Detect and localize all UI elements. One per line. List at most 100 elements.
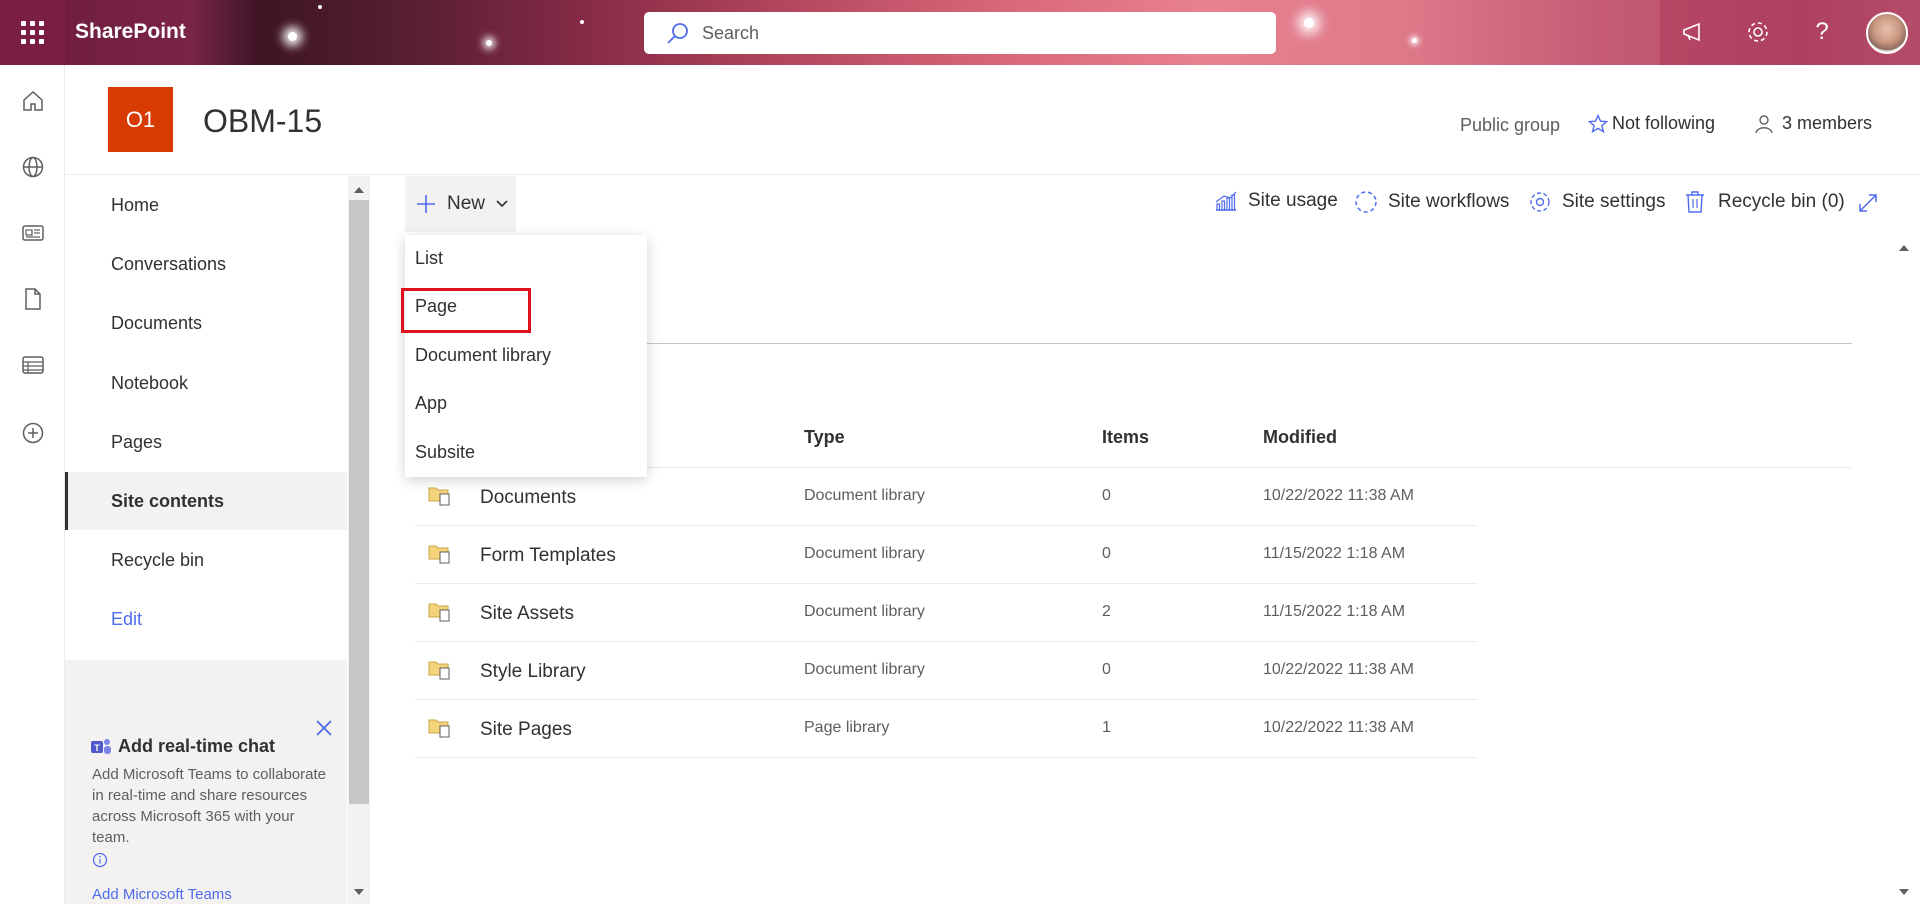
- site-usage-button[interactable]: Site usage: [1214, 190, 1338, 212]
- library-icon: [428, 717, 452, 739]
- search-box[interactable]: Search: [644, 12, 1276, 54]
- new-menu: List Page Document library App Subsite: [405, 235, 647, 477]
- lists-icon[interactable]: [18, 350, 48, 380]
- row-items: 0: [1102, 487, 1111, 504]
- row-name[interactable]: Form Templates: [480, 545, 616, 567]
- avatar[interactable]: [1866, 12, 1908, 54]
- app-name[interactable]: SharePoint: [75, 20, 186, 44]
- scroll-down-icon[interactable]: [352, 884, 366, 902]
- members-label: 3 members: [1782, 113, 1873, 133]
- waffle-icon: [21, 21, 44, 44]
- main-scroll-down-icon[interactable]: [1898, 884, 1910, 902]
- nav-edit-link[interactable]: Edit: [65, 590, 347, 648]
- home-icon[interactable]: [18, 86, 48, 116]
- star-icon: [1588, 113, 1608, 133]
- row-type: Document library: [804, 545, 925, 562]
- row-modified: 11/15/2022 1:18 AM: [1263, 545, 1406, 562]
- add-teams-link[interactable]: Add Microsoft Teams: [92, 886, 232, 903]
- row-modified: 10/22/2022 11:38 AM: [1263, 719, 1414, 736]
- site-logo[interactable]: O1: [108, 87, 173, 152]
- nav-scrollbar-thumb[interactable]: [349, 200, 369, 804]
- site-title[interactable]: OBM-15: [203, 103, 322, 140]
- row-name[interactable]: Site Pages: [480, 719, 572, 741]
- row-divider: [415, 525, 1477, 526]
- column-header-modified[interactable]: Modified: [1263, 427, 1337, 448]
- news-icon[interactable]: [18, 218, 48, 248]
- nav-item-home[interactable]: Home: [65, 176, 347, 234]
- chart-icon: [1215, 191, 1237, 211]
- row-modified: 10/22/2022 11:38 AM: [1263, 661, 1414, 678]
- teams-icon: T: [91, 738, 111, 754]
- row-name[interactable]: Documents: [480, 487, 576, 509]
- info-icon[interactable]: [92, 852, 332, 874]
- site-settings-label: Site settings: [1562, 191, 1666, 212]
- main-scroll-up-icon[interactable]: [1898, 240, 1910, 258]
- row-modified: 11/15/2022 1:18 AM: [1263, 603, 1406, 620]
- row-name[interactable]: Style Library: [480, 661, 586, 683]
- megaphone-icon[interactable]: [1678, 16, 1710, 48]
- file-icon[interactable]: [18, 284, 48, 314]
- row-type: Document library: [804, 661, 925, 678]
- site-settings-button[interactable]: Site settings: [1528, 190, 1666, 214]
- expand-icon[interactable]: [1857, 192, 1879, 214]
- help-icon[interactable]: ?: [1806, 16, 1838, 48]
- new-button[interactable]: New: [405, 176, 516, 232]
- row-items: 0: [1102, 661, 1111, 678]
- library-icon: [428, 543, 452, 565]
- plus-icon: [417, 195, 435, 213]
- nav-item-recycle-bin[interactable]: Recycle bin: [65, 531, 347, 589]
- follow-button[interactable]: Not following: [1588, 113, 1715, 134]
- row-type: Document library: [804, 487, 925, 504]
- menu-item-list[interactable]: List: [415, 248, 443, 269]
- search-icon: [667, 23, 688, 44]
- column-header-items[interactable]: Items: [1102, 427, 1149, 448]
- teams-promo-body-text: Add Microsoft Teams to collaborate in re…: [92, 766, 327, 846]
- members-button[interactable]: 3 members: [1754, 113, 1872, 134]
- nav-item-documents[interactable]: Documents: [65, 294, 347, 352]
- teams-promo-body: Add Microsoft Teams to collaborate in re…: [92, 764, 332, 874]
- recycle-bin-label: Recycle bin (0): [1718, 191, 1845, 212]
- workflow-icon: [1355, 191, 1377, 213]
- search-input[interactable]: Search: [702, 23, 759, 44]
- scroll-up-icon[interactable]: [352, 182, 366, 200]
- row-items: 0: [1102, 545, 1111, 562]
- gear-icon[interactable]: [1742, 16, 1774, 48]
- nav-item-notebook[interactable]: Notebook: [65, 354, 347, 412]
- site-workflows-button[interactable]: Site workflows: [1354, 190, 1509, 214]
- app-launcher-button[interactable]: [0, 0, 65, 65]
- site-workflows-label: Site workflows: [1388, 191, 1510, 212]
- menu-item-app[interactable]: App: [415, 393, 447, 414]
- row-divider: [415, 583, 1477, 584]
- recycle-bin-button[interactable]: Recycle bin (0): [1684, 190, 1845, 214]
- teams-promo-title-text: Add real-time chat: [118, 736, 276, 756]
- row-type: Page library: [804, 719, 890, 736]
- settings-icon: [1530, 192, 1550, 212]
- chevron-down-icon: [496, 200, 508, 208]
- row-items: 1: [1102, 719, 1111, 736]
- column-header-type[interactable]: Type: [804, 427, 845, 448]
- close-icon[interactable]: [314, 718, 334, 743]
- person-icon: [1755, 114, 1773, 133]
- highlight-box: [401, 288, 531, 333]
- svg-text:T: T: [94, 743, 100, 753]
- create-icon[interactable]: [18, 418, 48, 448]
- globe-icon[interactable]: [18, 152, 48, 182]
- library-icon: [428, 485, 452, 507]
- menu-item-subsite[interactable]: Subsite: [415, 442, 475, 463]
- teams-promo-title: T Add real-time chat: [90, 736, 275, 757]
- row-modified: 10/22/2022 11:38 AM: [1263, 487, 1414, 504]
- new-button-label: New: [447, 193, 486, 214]
- row-name[interactable]: Site Assets: [480, 603, 574, 625]
- row-divider: [415, 757, 1477, 758]
- trash-icon: [1686, 191, 1704, 213]
- app-rail: [0, 65, 65, 904]
- menu-item-document-library[interactable]: Document library: [415, 345, 551, 366]
- row-items: 2: [1102, 603, 1111, 620]
- nav-item-pages[interactable]: Pages: [65, 413, 347, 471]
- nav-item-conversations[interactable]: Conversations: [65, 235, 347, 293]
- row-divider: [415, 699, 1477, 700]
- row-type: Document library: [804, 603, 925, 620]
- row-divider: [415, 641, 1477, 642]
- nav-item-site-contents[interactable]: Site contents: [65, 472, 347, 530]
- follow-label: Not following: [1612, 113, 1716, 133]
